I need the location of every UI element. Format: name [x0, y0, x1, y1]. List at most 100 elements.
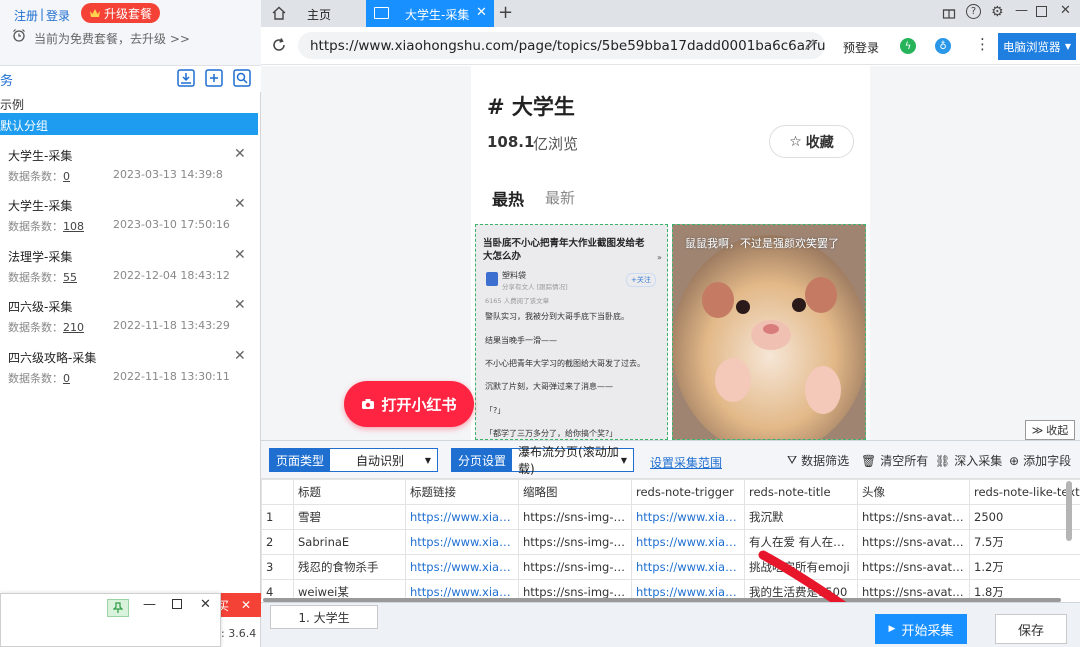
- table-cell-link[interactable]: https://www.xiaohon...: [405, 504, 519, 530]
- column-header[interactable]: 缩略图: [518, 479, 632, 505]
- table-row[interactable]: 1 雪碧 https://www.xiaohon... https://sns-…: [261, 504, 1080, 530]
- table-cell-link[interactable]: https://www.xiaohon...: [405, 554, 519, 580]
- table-cell-link[interactable]: https://www.xiaohon...: [631, 504, 745, 530]
- import-icon[interactable]: [177, 69, 195, 87]
- favorite-button[interactable]: ☆ 收藏: [769, 125, 854, 158]
- plan-notice-link[interactable]: 当前为免费套餐，去升级 >>: [34, 30, 190, 47]
- maximize-icon[interactable]: [172, 599, 182, 609]
- follow-button[interactable]: +关注: [626, 273, 656, 287]
- table-cell-link[interactable]: https://www.xiaohon...: [631, 554, 745, 580]
- column-header[interactable]: 标题链接: [405, 479, 519, 505]
- close-icon[interactable]: ✕: [234, 247, 246, 263]
- tab-active-label: 大学生-采集: [405, 8, 470, 22]
- note-card-line: 沉默了片刻，大哥弹过来了消息——: [485, 382, 613, 391]
- table-cell-link[interactable]: https://www.xiaohon...: [405, 579, 519, 599]
- settings-gear-icon[interactable]: ⚙: [991, 4, 1004, 20]
- close-icon[interactable]: ✕: [234, 297, 246, 313]
- filter-button[interactable]: ⛛ 数据筛选: [787, 452, 849, 469]
- register-link[interactable]: 注册: [14, 7, 38, 24]
- table-cell: 2: [261, 529, 294, 555]
- table-cell-link[interactable]: https://www.xiaohon...: [405, 529, 519, 555]
- table-cell: https://sns-img-qn.x...: [518, 504, 632, 530]
- login-link[interactable]: 登录: [46, 7, 70, 24]
- note-card[interactable]: 鼠鼠我啊，不过是强颜欢笑罢了: [672, 224, 866, 440]
- search-task-icon[interactable]: [233, 69, 251, 87]
- table-cell: 1.2万: [969, 554, 1080, 580]
- note-card[interactable]: 当卧底不小心把青年大作业截图发给老大怎么办 » 塑料袋 分享有文人 [跟踪情况]…: [475, 224, 668, 440]
- paging-select[interactable]: 分页设置 瀑布流分页(滚动加载) ▼: [451, 445, 634, 476]
- default-group[interactable]: 默认分组: [0, 113, 258, 135]
- tab-new[interactable]: 最新: [545, 187, 575, 208]
- table-row[interactable]: 3 残忍的食物杀手 https://www.xiaohon... https:/…: [261, 554, 1080, 580]
- close-window-icon[interactable]: ✕: [1060, 3, 1071, 18]
- column-header[interactable]: 标题: [293, 479, 406, 505]
- maximize-icon[interactable]: [1036, 6, 1047, 17]
- vertical-scrollbar[interactable]: [1066, 481, 1072, 541]
- link-separator: |: [40, 7, 45, 21]
- task-item[interactable]: 大学生-采集 数据条数：108 2023-03-10 17:50:16 ✕: [0, 191, 261, 241]
- task-date: 2023-03-13 14:39:8: [113, 168, 223, 181]
- column-header[interactable]: reds-note-title: [744, 479, 858, 505]
- close-icon[interactable]: ✕: [241, 598, 251, 612]
- table-cell-link[interactable]: https://www.xiaohon...: [631, 529, 745, 555]
- note-card-line: 警队实习，我被分到大哥手底下当卧底。: [485, 312, 629, 321]
- open-xiaohongshu-button[interactable]: 打开小红书: [344, 381, 474, 427]
- close-icon[interactable]: ✕: [234, 348, 246, 364]
- close-tab-icon[interactable]: ✕: [476, 5, 487, 20]
- pin-icon[interactable]: [107, 599, 129, 617]
- page-type-select[interactable]: 页面类型 自动识别 ▼: [269, 448, 438, 472]
- more-menu-icon[interactable]: ⋮: [975, 35, 990, 53]
- table-row[interactable]: 2 SabrinaE https://www.xiaohon... https:…: [261, 529, 1080, 555]
- note-card-author: 塑料袋: [502, 271, 526, 280]
- plus-circle-icon: ⊕: [1009, 453, 1020, 468]
- minimize-icon[interactable]: —: [1015, 3, 1028, 18]
- column-header[interactable]: reds-note-trigger: [631, 479, 745, 505]
- table-cell-link[interactable]: https://www.xiaohon...: [631, 579, 745, 599]
- minimize-icon[interactable]: —: [143, 597, 156, 612]
- drop-icon[interactable]: ♁: [935, 38, 951, 54]
- edit-pen-icon[interactable]: [804, 39, 816, 51]
- start-collect-button[interactable]: ▶ 开始采集: [875, 614, 967, 644]
- gift-icon[interactable]: [942, 5, 956, 19]
- chevron-down-icon: »: [657, 253, 662, 262]
- note-card-line: 结果当晚手一滑——: [485, 336, 557, 345]
- reload-icon[interactable]: [271, 37, 287, 53]
- views-number: 108.1: [487, 133, 535, 151]
- task-item[interactable]: 法理学-采集 数据条数：55 2022-12-04 18:43:12 ✕: [0, 242, 261, 292]
- close-icon[interactable]: ✕: [200, 597, 211, 612]
- close-icon[interactable]: ✕: [234, 196, 246, 212]
- table-cell: 1.8万: [969, 579, 1080, 599]
- new-tab-icon[interactable]: +: [498, 2, 513, 23]
- collapse-button[interactable]: ≫ 收起: [1025, 420, 1075, 440]
- example-group[interactable]: 示例: [0, 94, 261, 112]
- upgrade-button[interactable]: 升级套餐: [81, 3, 161, 23]
- task-item[interactable]: 四六级攻略-采集 数据条数：0 2022-11-18 13:30:11 ✕: [0, 343, 261, 393]
- clear-all-button[interactable]: 🗑 清空所有: [861, 452, 928, 469]
- close-icon[interactable]: ✕: [234, 146, 246, 162]
- tab-home-label: 主页: [307, 8, 332, 22]
- task-item[interactable]: 四六级-采集 数据条数：210 2022-11-18 13:43:29 ✕: [0, 292, 261, 342]
- column-header[interactable]: reds-note-like-text: [969, 479, 1080, 505]
- browser-mode-select[interactable]: 电脑浏览器 ▼: [998, 33, 1076, 60]
- help-icon[interactable]: ?: [966, 4, 981, 19]
- table-header-row: 标题 标题链接 缩略图 reds-note-trigger reds-note-…: [261, 479, 1080, 505]
- task-item[interactable]: 大学生-采集 数据条数：0 2023-03-13 14:39:8 ✕: [0, 141, 261, 191]
- table-cell: https://sns-img-qn.x...: [518, 554, 632, 580]
- tab-active[interactable]: 大学生-采集 ✕: [366, 0, 494, 27]
- column-header[interactable]: 头像: [857, 479, 970, 505]
- add-field-button[interactable]: ⊕ 添加字段: [1009, 452, 1071, 469]
- tab-home[interactable]: 主页: [261, 0, 364, 27]
- floating-mini-window: — ✕: [0, 593, 221, 647]
- tab-hot[interactable]: 最热: [492, 186, 524, 210]
- page-icon: [374, 7, 389, 19]
- add-task-icon[interactable]: [205, 69, 223, 87]
- table-row[interactable]: 4 weiwei某 https://www.xiaohon... https:/…: [261, 579, 1080, 599]
- set-range-link[interactable]: 设置采集范围: [650, 454, 722, 471]
- task-tab[interactable]: 1. 大学生: [270, 605, 378, 629]
- url-input[interactable]: https://www.xiaohongshu.com/page/topics/…: [298, 32, 825, 59]
- save-button[interactable]: 保存: [995, 614, 1067, 644]
- lightning-icon[interactable]: ϟ: [900, 38, 916, 54]
- address-bar: https://www.xiaohongshu.com/page/topics/…: [261, 27, 1080, 65]
- deep-collect-button[interactable]: ⛓ 深入采集: [935, 452, 1002, 469]
- prelogin-button[interactable]: 预登录: [843, 39, 879, 56]
